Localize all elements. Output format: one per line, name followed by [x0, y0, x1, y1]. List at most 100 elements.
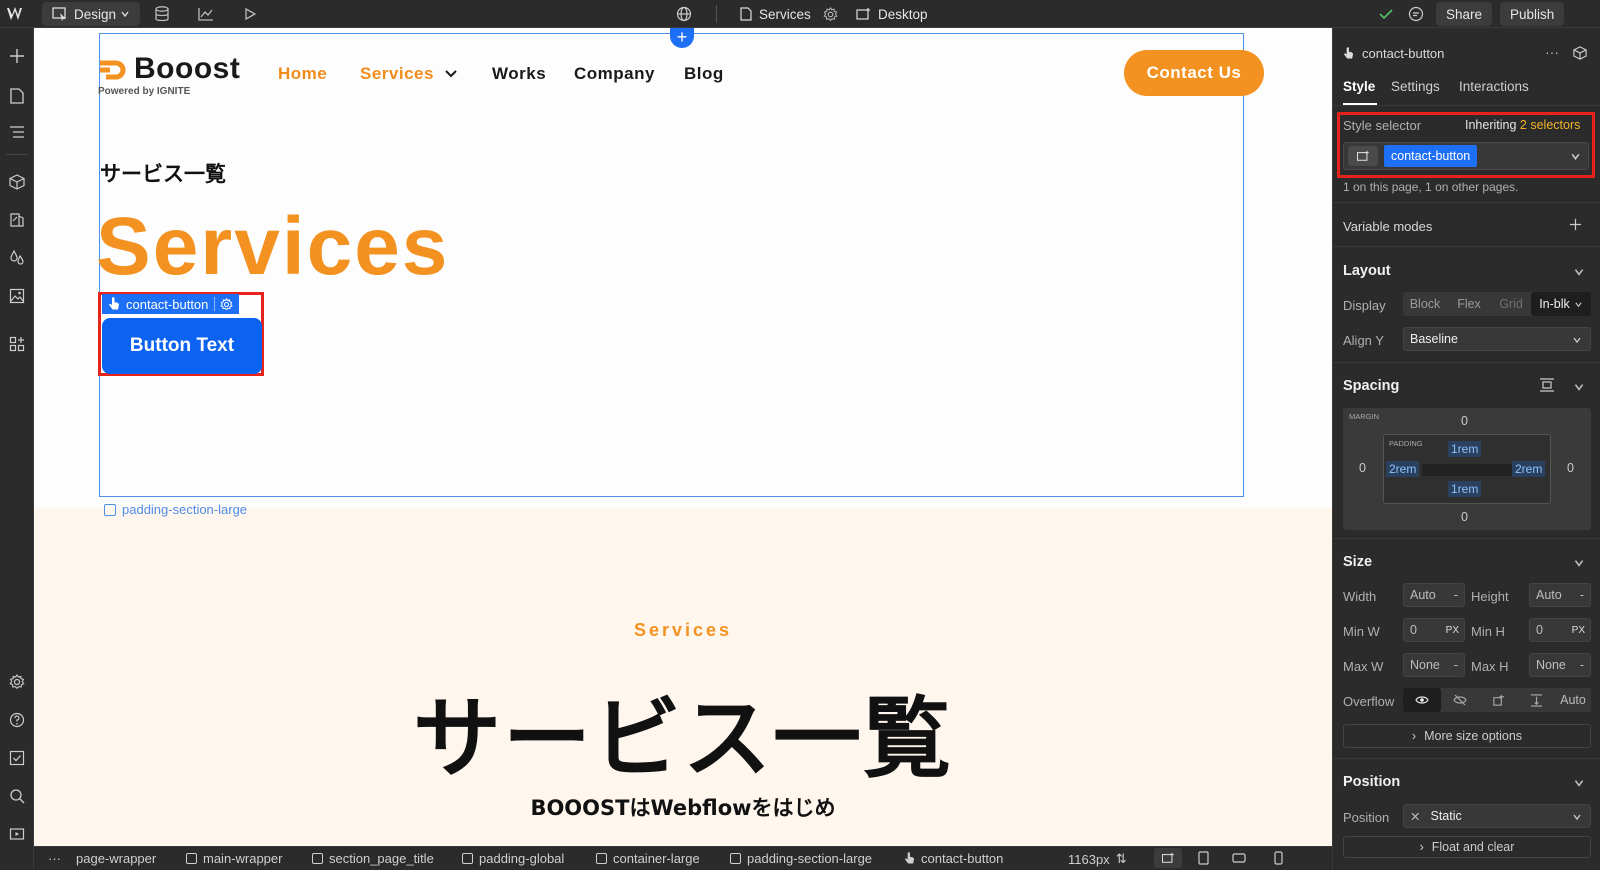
- nav-home[interactable]: Home: [278, 64, 327, 84]
- contact-button-element[interactable]: Button Text: [102, 318, 262, 374]
- page-settings-gear-icon[interactable]: [820, 4, 840, 24]
- cms-database-icon[interactable]: [152, 4, 172, 24]
- more-options-icon[interactable]: ···: [1545, 44, 1559, 60]
- position-collapse-chevron-icon[interactable]: [1573, 777, 1585, 789]
- breadcrumb-more-icon[interactable]: ···: [48, 851, 61, 866]
- contact-us-button[interactable]: Contact Us: [1124, 50, 1264, 96]
- resize-arrows-icon[interactable]: ⇅: [1116, 851, 1127, 867]
- display-flex-option[interactable]: Flex: [1447, 292, 1491, 316]
- margin-right-value[interactable]: 0: [1567, 461, 1574, 475]
- new-combo-class-icon[interactable]: [1348, 146, 1378, 166]
- overflow-scroll-vertical-icon[interactable]: [1517, 688, 1555, 712]
- page-selector[interactable]: Services: [740, 2, 811, 26]
- margin-bottom-value[interactable]: 0: [1461, 510, 1468, 524]
- min-height-input[interactable]: 0 PX: [1529, 618, 1591, 642]
- analytics-chart-icon[interactable]: [196, 4, 216, 24]
- breadcrumb-container-large[interactable]: container-large: [596, 851, 700, 866]
- align-y-select[interactable]: Baseline: [1403, 327, 1591, 351]
- more-size-options-button[interactable]: › More size options: [1343, 724, 1591, 748]
- height-input[interactable]: Auto -: [1529, 583, 1591, 607]
- breakpoint-mobile-landscape-icon[interactable]: [1232, 853, 1246, 863]
- audit-checklist-icon[interactable]: [5, 746, 29, 770]
- share-button[interactable]: Share: [1436, 2, 1493, 26]
- breadcrumb-page-wrapper[interactable]: page-wrapper: [76, 851, 156, 866]
- position-heading[interactable]: Position: [1343, 774, 1400, 790]
- display-block-option[interactable]: Block: [1403, 292, 1447, 316]
- min-width-input[interactable]: 0 PX: [1403, 618, 1465, 642]
- width-input[interactable]: Auto -: [1403, 583, 1465, 607]
- breakpoint-desktop-icon[interactable]: [1154, 848, 1182, 868]
- padding-bottom-value[interactable]: 1rem: [1448, 481, 1482, 497]
- padding-top-value[interactable]: 1rem: [1448, 441, 1482, 457]
- max-width-input[interactable]: None -: [1403, 653, 1465, 677]
- section-subtitle[interactable]: BOOOSTはWebflowをはじめ: [34, 792, 1332, 822]
- padding-section-label[interactable]: padding-section-large: [104, 502, 247, 517]
- preview-play-icon[interactable]: [240, 4, 260, 24]
- chevron-down-icon[interactable]: [1570, 151, 1581, 162]
- publish-button[interactable]: Publish: [1500, 2, 1565, 26]
- nav-works[interactable]: Works: [492, 64, 546, 84]
- margin-top-value[interactable]: 0: [1461, 414, 1468, 428]
- variables-icon[interactable]: [5, 208, 29, 232]
- inheriting-info[interactable]: Inheriting 2 selectors: [1465, 118, 1580, 132]
- spacing-collapse-chevron-icon[interactable]: [1573, 381, 1585, 393]
- section-title-jp[interactable]: サービス一覧: [34, 668, 1332, 795]
- float-and-clear-button[interactable]: › Float and clear: [1343, 836, 1591, 858]
- size-heading[interactable]: Size: [1343, 554, 1372, 570]
- nav-blog[interactable]: Blog: [684, 64, 724, 84]
- components-cube-icon[interactable]: [5, 170, 29, 194]
- padding-left-value[interactable]: 2rem: [1386, 461, 1420, 477]
- add-variable-mode-plus-icon[interactable]: [1569, 218, 1582, 231]
- breakpoint-selector[interactable]: Desktop: [856, 2, 928, 26]
- comments-icon[interactable]: [1406, 4, 1426, 24]
- search-icon[interactable]: [5, 784, 29, 808]
- nav-services[interactable]: Services: [360, 64, 458, 84]
- apps-grid-icon[interactable]: [5, 332, 29, 356]
- element-settings-gear-icon[interactable]: [220, 297, 234, 311]
- page-subtitle-jp[interactable]: サービス一覧: [100, 158, 226, 188]
- overflow-hidden-eye-off-icon[interactable]: [1441, 688, 1479, 712]
- display-grid-option[interactable]: Grid: [1491, 292, 1531, 316]
- selected-element-tag[interactable]: contact-button: [102, 294, 240, 314]
- help-question-icon[interactable]: [5, 708, 29, 732]
- tab-interactions[interactable]: Interactions: [1459, 79, 1529, 94]
- pages-icon[interactable]: [5, 84, 29, 108]
- overflow-scroll-icon[interactable]: [1479, 688, 1517, 712]
- layout-collapse-chevron-icon[interactable]: [1573, 266, 1585, 278]
- selector-field[interactable]: contact-button: [1343, 142, 1589, 170]
- navigator-icon[interactable]: [5, 120, 29, 144]
- component-cube-icon[interactable]: [1573, 46, 1587, 60]
- padding-right-value[interactable]: 2rem: [1512, 461, 1546, 477]
- spacing-presets-icon[interactable]: [1539, 378, 1555, 392]
- nav-company[interactable]: Company: [574, 64, 655, 84]
- assets-image-icon[interactable]: [5, 284, 29, 308]
- layout-heading[interactable]: Layout: [1343, 263, 1391, 279]
- breadcrumb-section-page-title[interactable]: section_page_title: [312, 851, 434, 866]
- breadcrumb-padding-section-large[interactable]: padding-section-large: [730, 851, 872, 866]
- video-tutorial-icon[interactable]: [5, 822, 29, 846]
- breadcrumb-contact-button[interactable]: contact-button: [904, 851, 1003, 866]
- page-title-services[interactable]: Services: [96, 206, 449, 288]
- spacing-heading[interactable]: Spacing: [1343, 378, 1399, 394]
- globe-icon[interactable]: [674, 4, 694, 24]
- selector-chip[interactable]: contact-button: [1384, 145, 1478, 167]
- design-mode-button[interactable]: Design: [42, 2, 141, 26]
- breadcrumb-padding-global[interactable]: padding-global: [462, 851, 564, 866]
- breadcrumb-main-wrapper[interactable]: main-wrapper: [186, 851, 282, 866]
- settings-gear-icon[interactable]: [5, 670, 29, 694]
- tab-settings[interactable]: Settings: [1391, 79, 1440, 94]
- design-canvas[interactable]: + Booost Powered by IGNITE Home Services…: [34, 28, 1332, 846]
- webflow-logo-icon[interactable]: [6, 6, 28, 22]
- section-eyebrow[interactable]: Services: [34, 620, 1332, 641]
- overflow-auto-option[interactable]: Auto: [1555, 688, 1591, 712]
- margin-left-value[interactable]: 0: [1359, 461, 1366, 475]
- site-logo[interactable]: Booost Powered by IGNITE: [98, 52, 240, 97]
- overflow-visible-eye-icon[interactable]: [1403, 688, 1441, 712]
- size-collapse-chevron-icon[interactable]: [1573, 557, 1585, 569]
- breakpoint-tablet-icon[interactable]: [1198, 851, 1209, 865]
- tab-style[interactable]: Style: [1343, 79, 1375, 94]
- breakpoint-mobile-portrait-icon[interactable]: [1274, 851, 1283, 865]
- styles-drops-icon[interactable]: [5, 246, 29, 270]
- add-element-plus-icon[interactable]: [5, 44, 29, 68]
- max-height-input[interactable]: None -: [1529, 653, 1591, 677]
